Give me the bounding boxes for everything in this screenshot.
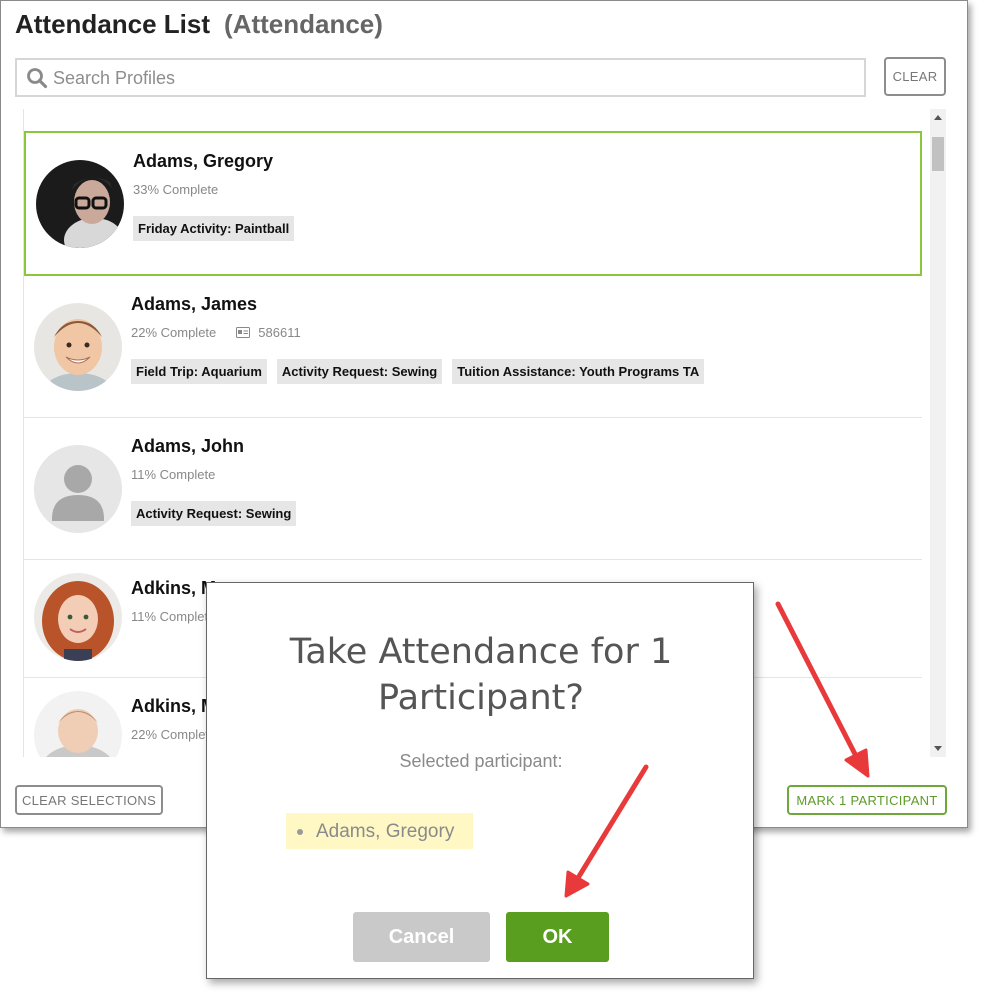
participant-tag: Activity Request: Sewing — [131, 501, 297, 526]
participant-row[interactable]: Adams, Gregory 33% Complete Friday Activ… — [24, 131, 922, 276]
list-scrollbar[interactable] — [930, 109, 946, 757]
page-title: Attendance List (Attendance) — [15, 9, 383, 40]
scroll-up-arrow-icon[interactable] — [934, 115, 942, 120]
participant-avatar — [34, 691, 122, 757]
participant-id: 586611 — [258, 325, 301, 340]
search-input[interactable] — [53, 66, 843, 90]
participant-row[interactable]: Adams, James 22% Complete 586611 Field T… — [24, 276, 922, 418]
progress-text: 22% Complet — [131, 727, 210, 742]
participant-name: Adams, James — [131, 294, 258, 314]
search-icon — [27, 68, 48, 89]
confirm-attendance-dialog: Take Attendance for 1 Participant? Selec… — [206, 582, 754, 979]
participant-tag: Activity Request: Sewing — [276, 359, 443, 384]
dialog-title-line2: Participant? — [378, 678, 584, 718]
participant-row[interactable]: Adams, John 11% Complete Activity Reques… — [24, 418, 922, 560]
dialog-title: Take Attendance for 1 Participant? — [207, 629, 755, 721]
participant-progress: 22% Complete 586611 — [131, 325, 301, 340]
participant-avatar — [34, 303, 122, 391]
progress-text: 11% Complete — [131, 467, 216, 482]
progress-text: 11% Complet — [131, 609, 209, 624]
participant-tag: Tuition Assistance: Youth Programs TA — [452, 359, 705, 384]
participant-name: Adams, Gregory — [133, 151, 274, 171]
participant-name: Adkins, M — [131, 578, 217, 598]
participant-tag: Field Trip: Aquarium — [131, 359, 267, 384]
mark-participant-button[interactable]: MARK 1 PARTICIPANT — [787, 785, 947, 815]
dialog-title-line1: Take Attendance for 1 — [289, 632, 673, 672]
scrollbar-thumb[interactable] — [932, 137, 944, 171]
participant-tags: Activity Request: Sewing — [131, 501, 297, 526]
progress-text: 33% Complete — [133, 182, 219, 197]
clear-selections-button[interactable]: CLEAR SELECTIONS — [15, 785, 163, 815]
selected-participant-label: Selected participant: — [399, 751, 563, 771]
id-card-icon — [236, 327, 251, 338]
participant-progress: 33% Complete — [133, 182, 218, 197]
participant-progress: 11% Complet — [131, 609, 208, 624]
ok-button[interactable]: OK — [506, 912, 609, 962]
participant-avatar — [34, 573, 122, 661]
participant-tags: Friday Activity: Paintball — [133, 216, 295, 241]
participant-name: Adkins, M — [131, 696, 217, 716]
participant-progress: 22% Complet — [131, 727, 209, 742]
participant-tag: Friday Activity: Paintball — [133, 216, 295, 241]
bullet-icon — [297, 829, 303, 835]
participant-name: Adams, John — [131, 436, 245, 456]
cancel-button[interactable]: Cancel — [353, 912, 490, 962]
participant-avatar — [36, 160, 124, 248]
page-title-text: Attendance List — [15, 9, 211, 39]
selected-participant-item: Adams, Gregory — [316, 821, 455, 842]
participant-tags: Field Trip: Aquarium Activity Request: S… — [131, 359, 705, 384]
clear-search-button[interactable]: CLEAR — [884, 57, 946, 96]
progress-text: 22% Complete — [131, 325, 217, 340]
default-avatar-icon — [34, 445, 122, 533]
page-subtitle: (Attendance) — [224, 9, 383, 39]
scroll-down-arrow-icon[interactable] — [934, 746, 942, 751]
participant-progress: 11% Complete — [131, 467, 215, 482]
search-box[interactable] — [15, 58, 866, 97]
